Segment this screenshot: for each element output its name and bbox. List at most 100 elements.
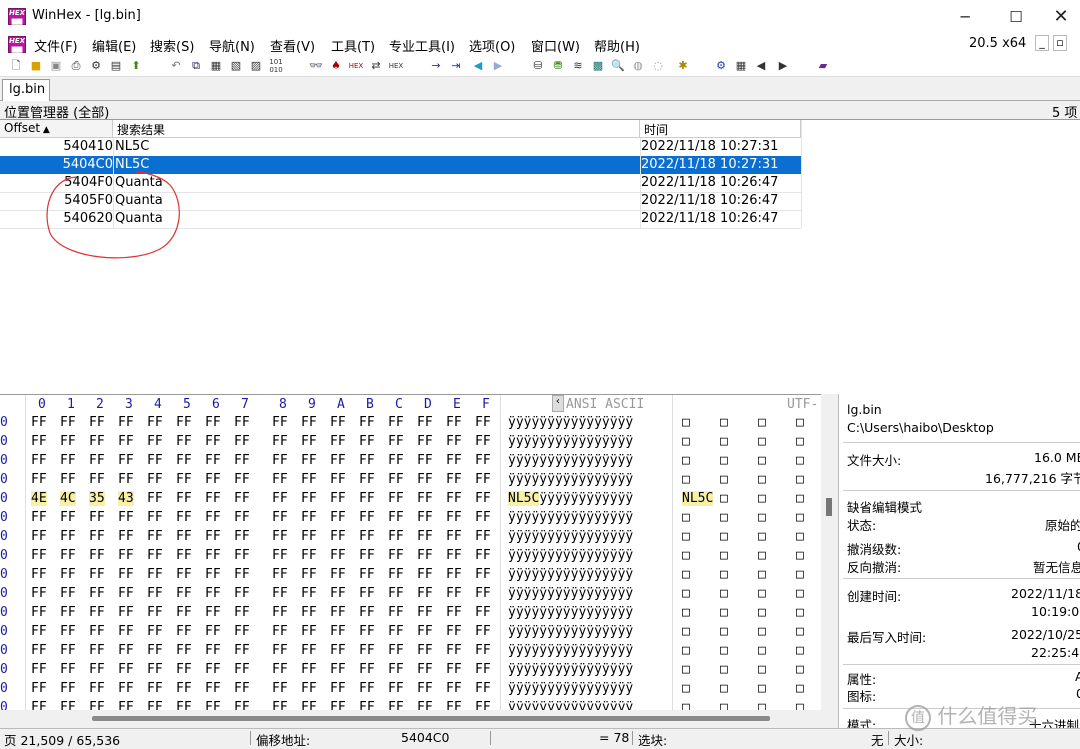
- replace-hex-icon[interactable]: HEX: [348, 58, 364, 74]
- hex-byte[interactable]: FF: [446, 586, 462, 601]
- hex-byte[interactable]: FF: [330, 567, 346, 582]
- hex-byte[interactable]: FF: [234, 567, 250, 582]
- hex-byte[interactable]: FF: [417, 643, 433, 658]
- print-icon[interactable]: ⎙: [68, 58, 84, 74]
- utf-char[interactable]: □: [796, 567, 804, 582]
- next-window-icon[interactable]: ▶: [775, 58, 791, 74]
- hex-byte[interactable]: FF: [446, 567, 462, 582]
- hex-byte[interactable]: FF: [272, 586, 288, 601]
- hex-byte[interactable]: FF: [417, 434, 433, 449]
- plugin-icon[interactable]: ✱: [675, 58, 691, 74]
- hex-byte[interactable]: FF: [446, 605, 462, 620]
- hex-byte[interactable]: FF: [475, 586, 491, 601]
- utf-char[interactable]: □: [720, 586, 728, 601]
- hex-byte[interactable]: FF: [205, 681, 221, 696]
- hex-byte[interactable]: FF: [118, 624, 134, 639]
- menu-help[interactable]: 帮助(H): [594, 36, 640, 55]
- hex-byte[interactable]: FF: [234, 415, 250, 430]
- utf-char[interactable]: □: [796, 624, 804, 639]
- hex-byte[interactable]: FF: [60, 529, 76, 544]
- hex-byte[interactable]: FF: [89, 586, 105, 601]
- hex-byte[interactable]: FF: [330, 643, 346, 658]
- hex-byte[interactable]: FF: [118, 434, 134, 449]
- hex-byte[interactable]: FF: [330, 453, 346, 468]
- hex-byte[interactable]: FF: [31, 605, 47, 620]
- hex-byte[interactable]: FF: [301, 567, 317, 582]
- hex-byte[interactable]: FF: [330, 586, 346, 601]
- hex-byte[interactable]: FF: [417, 567, 433, 582]
- ascii-text[interactable]: ÿÿÿÿÿÿÿÿÿÿÿÿÿÿÿÿ: [508, 548, 633, 563]
- hex-byte[interactable]: FF: [176, 491, 192, 506]
- utf-char[interactable]: □: [720, 453, 728, 468]
- hex-byte[interactable]: FF: [417, 548, 433, 563]
- hex-byte[interactable]: FF: [176, 586, 192, 601]
- hex-byte[interactable]: FF: [330, 415, 346, 430]
- utf-char[interactable]: □: [758, 529, 766, 544]
- hex-byte[interactable]: FF: [147, 434, 163, 449]
- hex-byte[interactable]: FF: [60, 567, 76, 582]
- hex-byte[interactable]: FF: [417, 586, 433, 601]
- hex-byte[interactable]: FF: [272, 681, 288, 696]
- hex-byte[interactable]: FF: [176, 643, 192, 658]
- hex-byte[interactable]: FF: [89, 624, 105, 639]
- utf-char[interactable]: □: [758, 491, 766, 506]
- hex-byte[interactable]: FF: [388, 510, 404, 525]
- hex-byte[interactable]: FF: [176, 453, 192, 468]
- utf-char[interactable]: □: [682, 529, 690, 544]
- close-button[interactable]: ✕: [1038, 0, 1080, 33]
- goto-offset-icon[interactable]: →: [428, 58, 444, 74]
- compare-icon[interactable]: ◍: [630, 58, 646, 74]
- hex-byte[interactable]: FF: [417, 510, 433, 525]
- hex-byte[interactable]: FF: [475, 529, 491, 544]
- hex-byte[interactable]: FF: [359, 548, 375, 563]
- hex-byte[interactable]: FF: [234, 624, 250, 639]
- menu-options[interactable]: 选项(O): [469, 36, 515, 55]
- hex-byte[interactable]: FF: [60, 548, 76, 563]
- hex-byte[interactable]: FF: [388, 491, 404, 506]
- document-icon[interactable]: HEX ▆▆: [8, 36, 26, 53]
- hex-byte[interactable]: FF: [417, 681, 433, 696]
- utf-char[interactable]: □: [720, 491, 728, 506]
- hex-byte[interactable]: FF: [60, 662, 76, 677]
- utf-char[interactable]: □: [796, 491, 804, 506]
- hex-byte[interactable]: FF: [147, 510, 163, 525]
- utf-char[interactable]: □: [720, 567, 728, 582]
- hex-byte[interactable]: FF: [359, 434, 375, 449]
- hex-byte[interactable]: FF: [475, 510, 491, 525]
- hex-byte[interactable]: FF: [359, 643, 375, 658]
- utf-char[interactable]: □: [720, 529, 728, 544]
- hex-byte[interactable]: FF: [446, 662, 462, 677]
- back-icon[interactable]: ◀: [470, 58, 486, 74]
- hex-byte[interactable]: FF: [301, 681, 317, 696]
- hex-byte[interactable]: FF: [417, 491, 433, 506]
- hex-byte[interactable]: FF: [118, 529, 134, 544]
- hex-byte[interactable]: FF: [301, 434, 317, 449]
- utf-char[interactable]: □: [758, 510, 766, 525]
- new-file-icon[interactable]: 🗋: [8, 58, 24, 74]
- hex-byte[interactable]: FF: [272, 643, 288, 658]
- search-result-row[interactable]: 540410 NL5C 2022/11/18 10:27:31: [0, 138, 801, 156]
- utf-char[interactable]: □: [682, 681, 690, 696]
- hex-byte[interactable]: FF: [147, 453, 163, 468]
- hex-byte[interactable]: FF: [272, 453, 288, 468]
- hex-byte[interactable]: FF: [60, 472, 76, 487]
- hex-byte[interactable]: FF: [31, 643, 47, 658]
- hex-byte[interactable]: FF: [205, 529, 221, 544]
- disk-edit-icon[interactable]: ⛁: [530, 58, 546, 74]
- utf-char[interactable]: □: [796, 662, 804, 677]
- hex-byte[interactable]: FF: [147, 529, 163, 544]
- hex-byte[interactable]: FF: [147, 548, 163, 563]
- utf-char[interactable]: □: [682, 567, 690, 582]
- tab-lg-bin[interactable]: lg.bin: [2, 79, 50, 101]
- ascii-text[interactable]: ÿÿÿÿÿÿÿÿÿÿÿÿÿÿÿÿ: [508, 643, 633, 658]
- hex-byte[interactable]: FF: [147, 662, 163, 677]
- hex-byte[interactable]: FF: [31, 529, 47, 544]
- hex-byte[interactable]: FF: [205, 491, 221, 506]
- hex-byte[interactable]: FF: [234, 529, 250, 544]
- hex-byte[interactable]: FF: [359, 529, 375, 544]
- hex-byte[interactable]: FF: [118, 605, 134, 620]
- ascii-text[interactable]: ÿÿÿÿÿÿÿÿÿÿÿÿÿÿÿÿ: [508, 624, 633, 639]
- hex-byte[interactable]: FF: [205, 472, 221, 487]
- scrollbar-thumb[interactable]: [826, 498, 832, 516]
- hex-byte[interactable]: FF: [330, 472, 346, 487]
